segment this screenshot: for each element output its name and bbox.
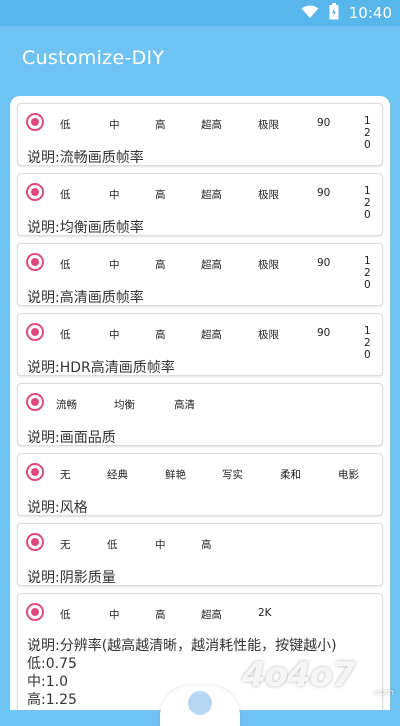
option-soft[interactable]: 柔和 — [280, 467, 301, 482]
watermark-suffix: .com — [372, 688, 395, 698]
option-high[interactable]: 高 — [201, 537, 212, 552]
option-extreme[interactable]: 极限 — [258, 327, 279, 342]
resolution-note-high: 高:1.25 — [27, 692, 77, 708]
option-ultra[interactable]: 超高 — [201, 327, 222, 342]
resolution-note-medium: 中:1.0 — [27, 674, 68, 690]
radio-button[interactable] — [26, 533, 44, 551]
radio-button[interactable] — [26, 463, 44, 481]
option-cinema[interactable]: 电影 — [338, 467, 359, 482]
setting-description: 说明:画面品质 — [27, 430, 116, 446]
option-none[interactable]: 无 — [60, 467, 71, 482]
settings-panel: 低 中 高 超高 极限 90 120 说明:流畅画质帧率 低 中 高 超高 极限… — [10, 96, 390, 710]
setting-description: 说明:HDR高清画质帧率 — [27, 360, 175, 376]
option-vivid[interactable]: 鲜艳 — [165, 467, 186, 482]
option-none[interactable]: 无 — [60, 537, 71, 552]
status-icons: 10:40 — [301, 2, 392, 24]
setting-card-hd-fps: 低 中 高 超高 极限 90 120 说明:高清画质帧率 — [17, 243, 383, 306]
option-low[interactable]: 低 — [60, 327, 71, 342]
option-ultra[interactable]: 超高 — [201, 607, 222, 622]
app-header: Customize-DIY — [0, 26, 400, 92]
option-smooth[interactable]: 流畅 — [56, 397, 77, 412]
option-low[interactable]: 低 — [60, 187, 71, 202]
option-extreme[interactable]: 极限 — [258, 117, 279, 132]
option-120[interactable]: 120 — [364, 115, 376, 151]
option-medium[interactable]: 中 — [109, 257, 120, 272]
resolution-note-low: 低:0.75 — [27, 656, 77, 672]
radio-button[interactable] — [26, 113, 44, 131]
setting-card-smooth-fps: 低 中 高 超高 极限 90 120 说明:流畅画质帧率 — [17, 103, 383, 166]
status-time: 10:40 — [348, 4, 392, 22]
option-classic[interactable]: 经典 — [107, 467, 128, 482]
option-90[interactable]: 90 — [317, 327, 330, 339]
option-ultra[interactable]: 超高 — [201, 257, 222, 272]
option-high[interactable]: 高 — [155, 187, 166, 202]
option-ultra[interactable]: 超高 — [201, 117, 222, 132]
option-2k[interactable]: 2K — [258, 607, 272, 619]
option-120[interactable]: 120 — [364, 185, 376, 221]
option-low[interactable]: 低 — [60, 607, 71, 622]
setting-card-shadow-quality: 无 低 中 高 说明:阴影质量 — [17, 523, 383, 586]
option-medium[interactable]: 中 — [109, 327, 120, 342]
watermark-logo: 4o4o7 — [242, 655, 356, 695]
radio-button[interactable] — [26, 393, 44, 411]
setting-card-image-quality: 流畅 均衡 高清 说明:画面品质 — [17, 383, 383, 446]
option-ultra[interactable]: 超高 — [201, 187, 222, 202]
status-bar: 10:40 — [0, 0, 400, 26]
setting-description: 说明:阴影质量 — [27, 570, 116, 586]
option-medium[interactable]: 中 — [109, 607, 120, 622]
option-high[interactable]: 高 — [155, 607, 166, 622]
option-90[interactable]: 90 — [317, 257, 330, 269]
setting-card-style: 无 经典 鲜艳 写实 柔和 电影 说明:风格 — [17, 453, 383, 516]
fab-icon — [188, 691, 212, 715]
setting-card-hdr-fps: 低 中 高 超高 极限 90 120 说明:HDR高清画质帧率 — [17, 313, 383, 376]
option-extreme[interactable]: 极限 — [258, 257, 279, 272]
option-120[interactable]: 120 — [364, 255, 376, 291]
wifi-icon — [301, 4, 319, 23]
option-extreme[interactable]: 极限 — [258, 187, 279, 202]
option-high[interactable]: 高 — [155, 117, 166, 132]
option-balanced[interactable]: 均衡 — [114, 397, 135, 412]
option-medium[interactable]: 中 — [155, 537, 166, 552]
option-hd[interactable]: 高清 — [174, 397, 195, 412]
setting-description: 说明:流畅画质帧率 — [27, 150, 144, 166]
setting-description: 说明:高清画质帧率 — [27, 290, 144, 306]
option-low[interactable]: 低 — [107, 537, 118, 552]
option-realistic[interactable]: 写实 — [222, 467, 243, 482]
option-90[interactable]: 90 — [317, 117, 330, 129]
option-120[interactable]: 120 — [364, 325, 376, 361]
radio-button[interactable] — [26, 183, 44, 201]
setting-description: 说明:均衡画质帧率 — [27, 220, 144, 236]
option-90[interactable]: 90 — [317, 187, 330, 199]
bottom-fab-button[interactable] — [160, 686, 240, 726]
setting-card-balanced-fps: 低 中 高 超高 极限 90 120 说明:均衡画质帧率 — [17, 173, 383, 236]
option-medium[interactable]: 中 — [109, 187, 120, 202]
app-title: Customize-DIY — [22, 47, 165, 69]
option-low[interactable]: 低 — [60, 117, 71, 132]
radio-button[interactable] — [26, 323, 44, 341]
option-medium[interactable]: 中 — [109, 117, 120, 132]
option-high[interactable]: 高 — [155, 257, 166, 272]
radio-button[interactable] — [26, 603, 44, 621]
battery-icon — [329, 2, 339, 24]
option-low[interactable]: 低 — [60, 257, 71, 272]
radio-button[interactable] — [26, 253, 44, 271]
setting-description: 说明:风格 — [27, 500, 88, 516]
setting-description: 说明:分辨率(越高越清晰，越消耗性能，按键越小) — [27, 638, 337, 654]
option-high[interactable]: 高 — [155, 327, 166, 342]
